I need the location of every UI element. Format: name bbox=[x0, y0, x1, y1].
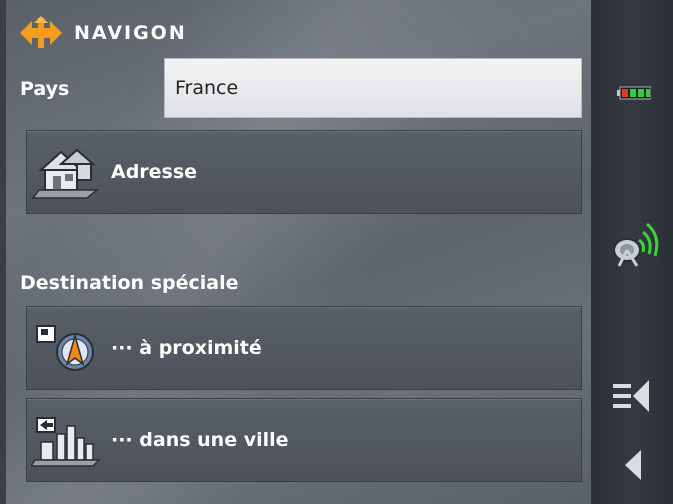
in-city-button[interactable]: ··· dans une ville bbox=[26, 398, 582, 482]
navigon-logo-icon bbox=[20, 16, 62, 48]
brand-name: NAVIGON bbox=[74, 22, 187, 44]
special-destination-label: Destination spéciale bbox=[20, 272, 239, 294]
country-value: France bbox=[175, 77, 239, 99]
nearby-button-label: ··· à proximité bbox=[111, 337, 262, 359]
address-button-label: Adresse bbox=[111, 161, 198, 183]
battery-icon bbox=[617, 86, 651, 100]
poi-city-icon bbox=[31, 417, 101, 467]
menu-back-icon[interactable] bbox=[613, 378, 653, 414]
gps-satellite-icon bbox=[613, 222, 659, 267]
back-arrow-icon[interactable] bbox=[625, 450, 641, 480]
main-panel: NAVIGON Pays France Adresse Destination … bbox=[0, 0, 591, 504]
country-label: Pays bbox=[20, 78, 70, 100]
in-city-button-label: ··· dans une ville bbox=[111, 429, 289, 451]
app-header: NAVIGON bbox=[12, 16, 187, 50]
poi-nearby-icon bbox=[36, 325, 94, 371]
house-icon bbox=[31, 148, 100, 199]
side-panel bbox=[591, 0, 673, 504]
country-field[interactable]: France bbox=[164, 58, 582, 118]
nearby-button[interactable]: ··· à proximité bbox=[26, 306, 582, 390]
address-button[interactable]: Adresse bbox=[26, 130, 582, 214]
